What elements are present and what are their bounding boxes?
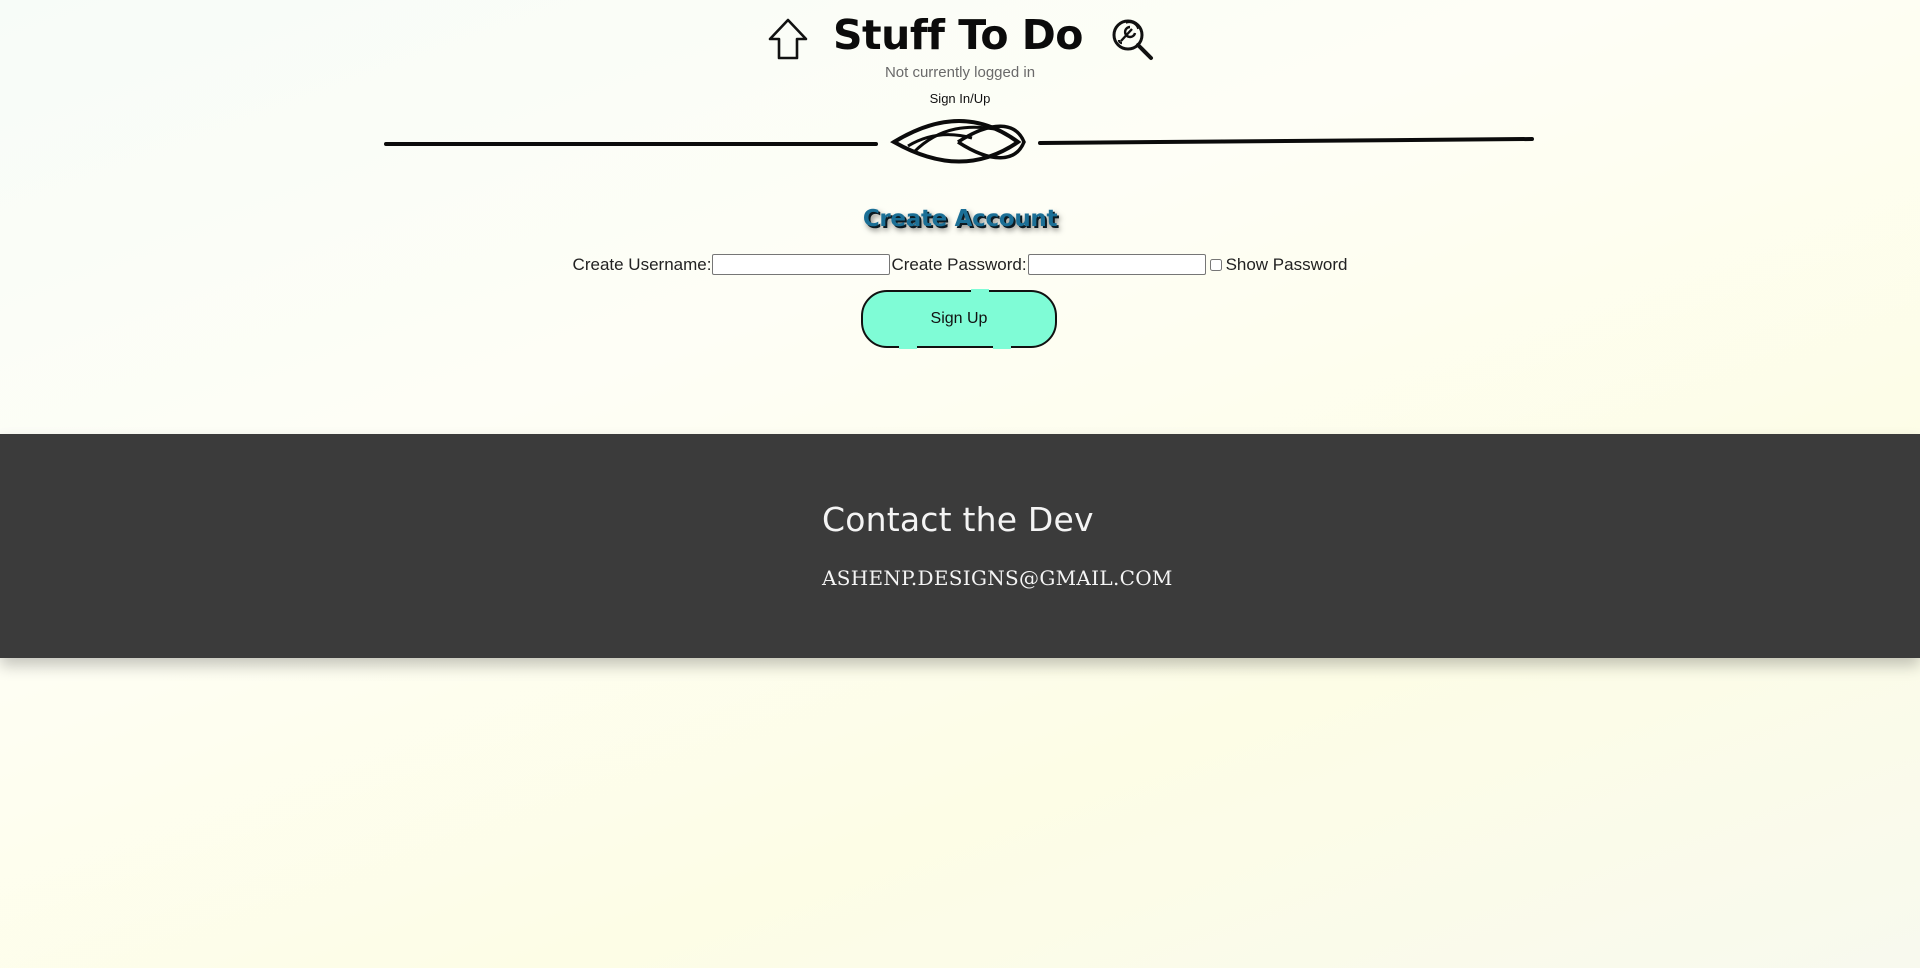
signin-link[interactable]: Sign In/Up — [930, 91, 991, 106]
button-notch — [899, 343, 917, 349]
create-account-heading: Create Account — [862, 206, 1058, 232]
settings-button[interactable] — [1109, 16, 1155, 62]
login-status: Not currently logged in — [884, 64, 1036, 81]
footer-title: Contact the Dev — [822, 500, 1094, 539]
app-title: Stuff To Do — [833, 11, 1083, 59]
ornament-divider — [384, 119, 1534, 164]
home-icon — [768, 18, 808, 60]
button-notch — [993, 343, 1011, 349]
show-password-checkbox[interactable] — [1209, 258, 1222, 271]
password-label: Create Password: — [891, 254, 1027, 274]
contact-email-link[interactable]: ashenp.designs@gmail.com — [822, 566, 1173, 590]
wrench-search-icon — [1112, 19, 1153, 60]
signup-form: Create Username: Create Password: Show P… — [0, 254, 1920, 275]
footer: Contact the Dev ashenp.designs@gmail.com — [0, 434, 1920, 658]
show-password-label: Show Password — [1225, 254, 1348, 274]
username-label: Create Username: — [572, 254, 712, 274]
brand-row: Stuff To Do — [0, 8, 1920, 62]
password-input[interactable] — [1027, 254, 1206, 275]
button-notch — [971, 289, 989, 295]
home-button[interactable] — [765, 16, 811, 62]
signup-button[interactable]: Sign Up — [861, 289, 1057, 349]
username-input[interactable] — [712, 254, 891, 275]
signup-button-label: Sign Up — [930, 310, 988, 327]
